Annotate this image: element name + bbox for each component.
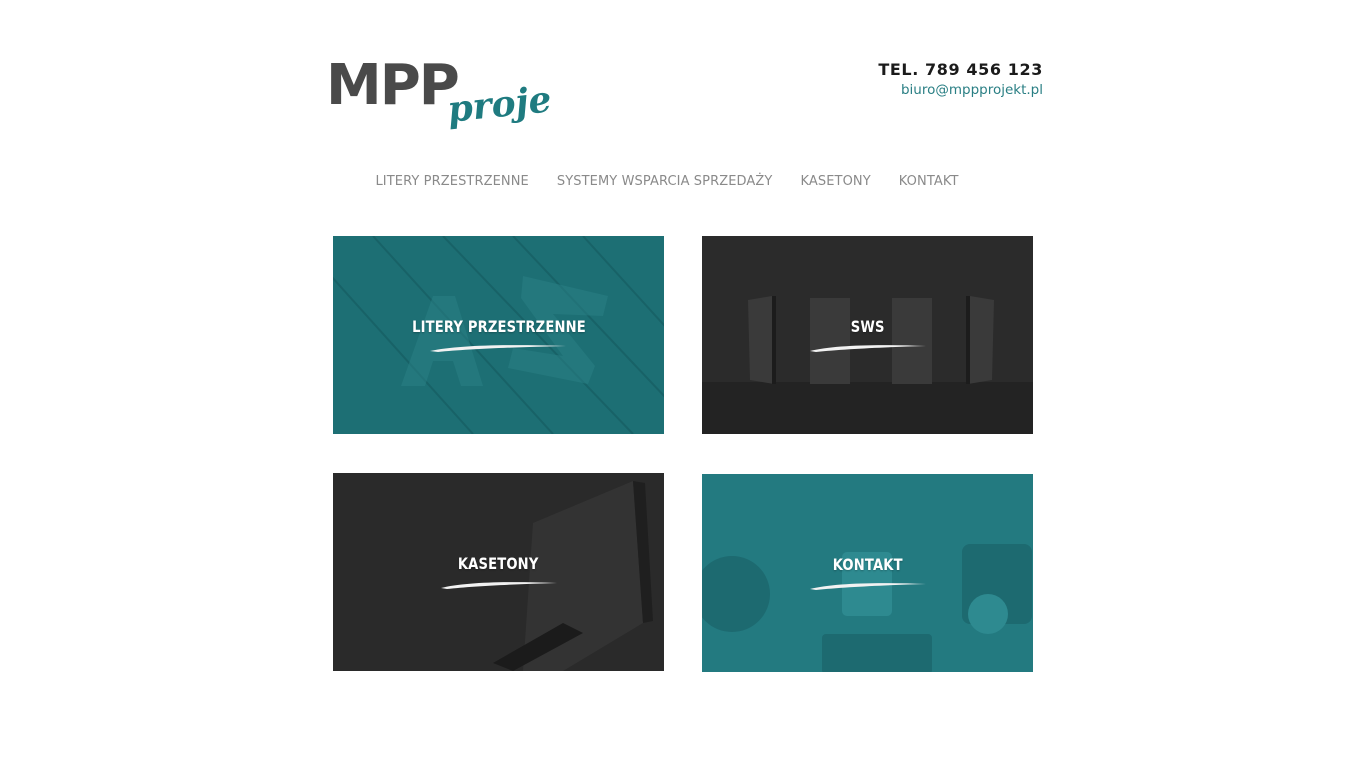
tile-litery-caption: LITERY PRZESTRZENNE — [393, 317, 605, 353]
tile-sws[interactable]: SWS — [702, 236, 1033, 434]
phone-number: TEL. 789 456 123 — [878, 60, 1043, 79]
logo-main-text: MPP — [326, 53, 458, 118]
logo-script-text: projekt — [445, 74, 551, 131]
header-contact: TEL. 789 456 123 biuro@mppprojekt.pl — [878, 60, 1043, 100]
tile-label: SWS — [850, 317, 885, 336]
tile-sws-caption: SWS — [808, 317, 928, 353]
brush-stroke-icon — [809, 345, 926, 352]
nav-item-kontakt[interactable]: KONTAKT — [885, 172, 973, 192]
tile-label: LITERY PRZESTRZENNE — [411, 317, 586, 336]
nav-item-litery[interactable]: LITERY PRZESTRZENNE — [361, 172, 542, 192]
nav-item-kasetony[interactable]: KASETONY — [786, 172, 884, 192]
main-nav: LITERY PRZESTRZENNE SYSTEMY WSPARCIA SPR… — [0, 172, 1334, 192]
brush-stroke-icon — [440, 582, 557, 589]
email-link[interactable]: biuro@mppprojekt.pl — [901, 80, 1043, 100]
tile-litery[interactable]: LITERY PRZESTRZENNE — [333, 236, 664, 434]
nav-item-systemy[interactable]: SYSTEMY WSPARCIA SPRZEDAŻY — [543, 172, 787, 192]
tile-label: KASETONY — [458, 554, 539, 573]
tile-kasetony[interactable]: KASETONY — [333, 473, 664, 671]
brush-stroke-icon — [809, 583, 926, 590]
tile-kontakt-caption: KONTAKT — [808, 555, 928, 591]
brush-stroke-icon — [430, 345, 567, 352]
tile-label: KONTAKT — [832, 555, 903, 574]
tile-kasetony-caption: KASETONY — [439, 554, 559, 590]
site-logo[interactable]: MPP projekt — [326, 52, 551, 134]
tile-kontakt[interactable]: KONTAKT — [702, 474, 1033, 672]
